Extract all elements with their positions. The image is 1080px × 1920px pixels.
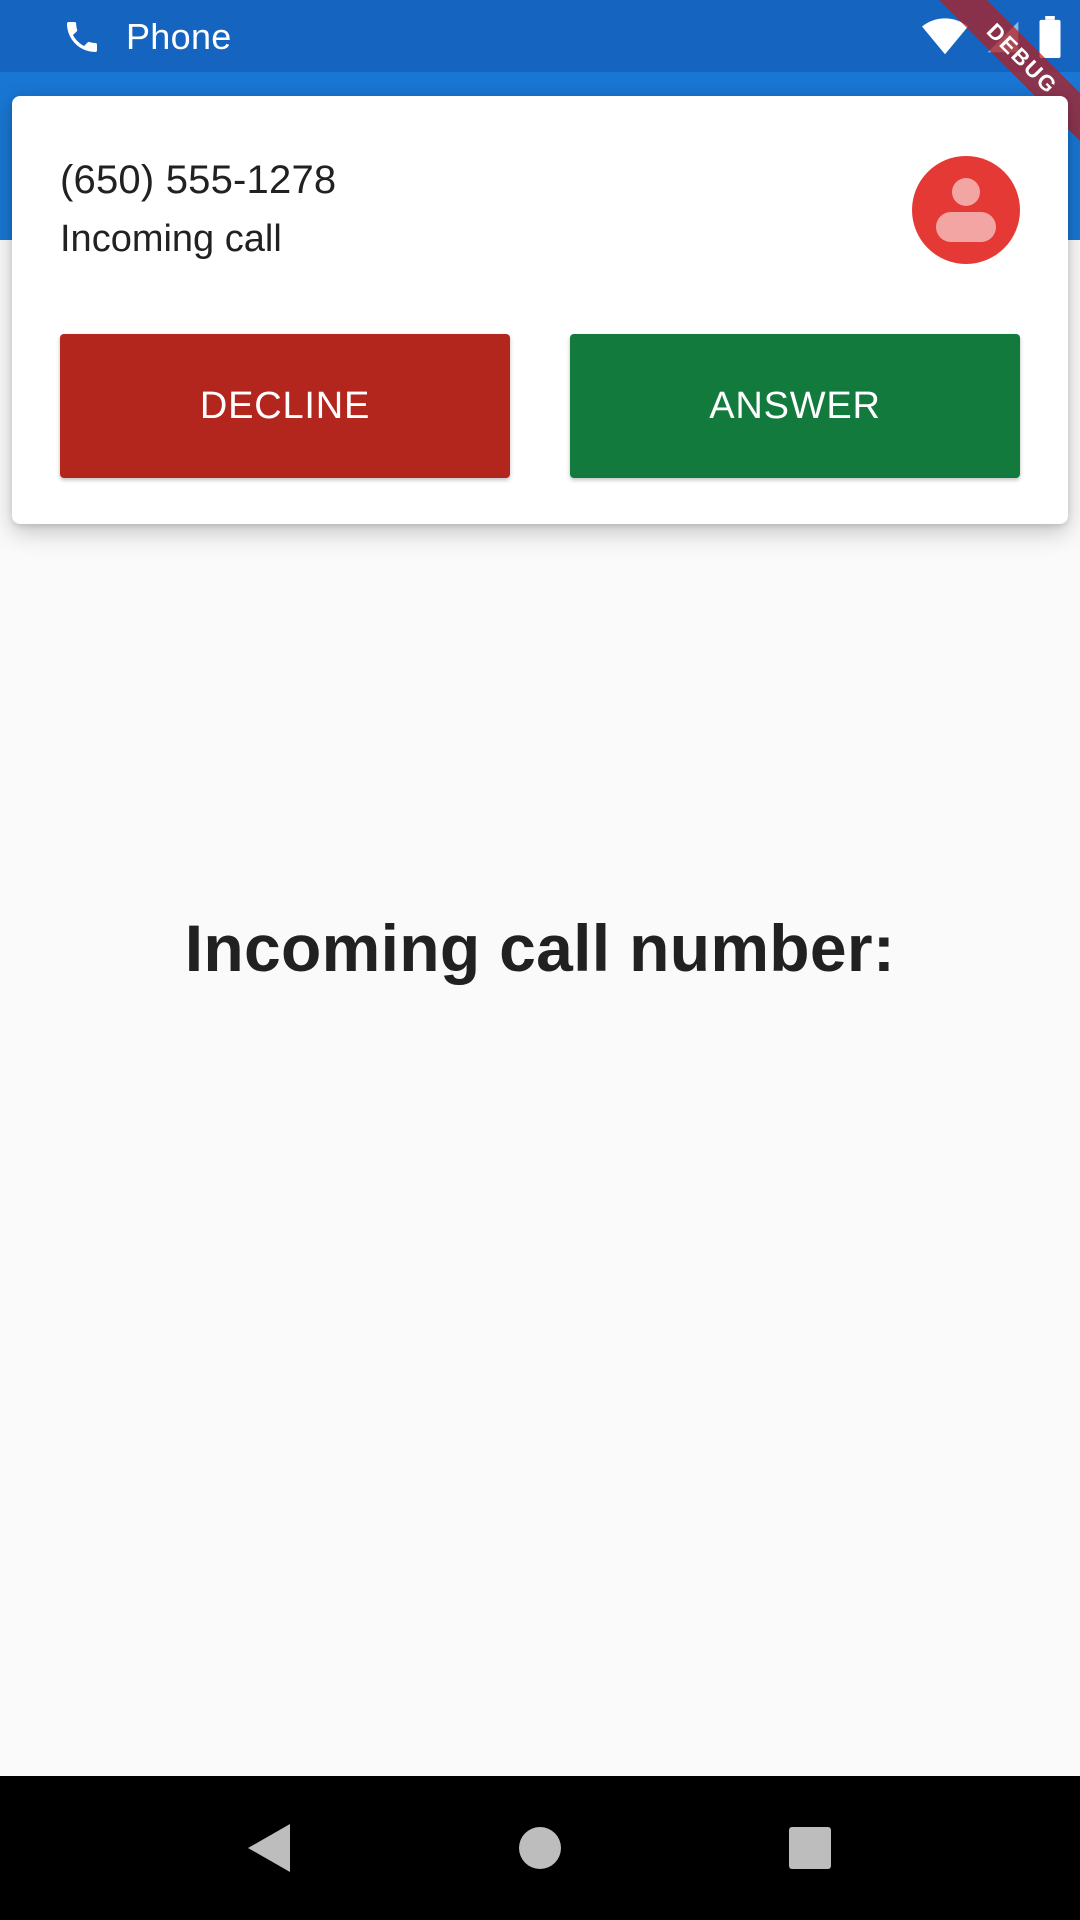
navigation-bar xyxy=(0,1776,1080,1920)
home-button[interactable] xyxy=(508,1816,572,1880)
status-app-title: Phone xyxy=(126,16,232,57)
back-button[interactable] xyxy=(236,1816,300,1880)
back-icon xyxy=(248,1824,290,1872)
phone-icon xyxy=(62,17,102,57)
answer-button[interactable]: ANSWER xyxy=(570,334,1020,478)
battery-icon xyxy=(1038,16,1062,58)
recents-icon xyxy=(789,1827,831,1869)
incoming-call-notification[interactable]: (650) 555-1278 Incoming call DECLINE ANS… xyxy=(12,96,1068,524)
status-bar: Phone xyxy=(0,0,1080,72)
caller-number: (650) 555-1278 xyxy=(60,158,337,202)
page-heading: Incoming call number: xyxy=(184,911,896,985)
wifi-icon xyxy=(922,17,968,57)
recents-button[interactable] xyxy=(778,1816,842,1880)
call-status-text: Incoming call xyxy=(60,218,282,260)
cell-signal-icon xyxy=(986,17,1020,57)
status-notification-group: Phone xyxy=(62,12,232,62)
caller-avatar xyxy=(912,156,1020,264)
person-icon xyxy=(936,178,996,242)
decline-button[interactable]: DECLINE xyxy=(60,334,510,478)
home-icon xyxy=(519,1827,561,1869)
status-system-icons xyxy=(922,14,1062,60)
